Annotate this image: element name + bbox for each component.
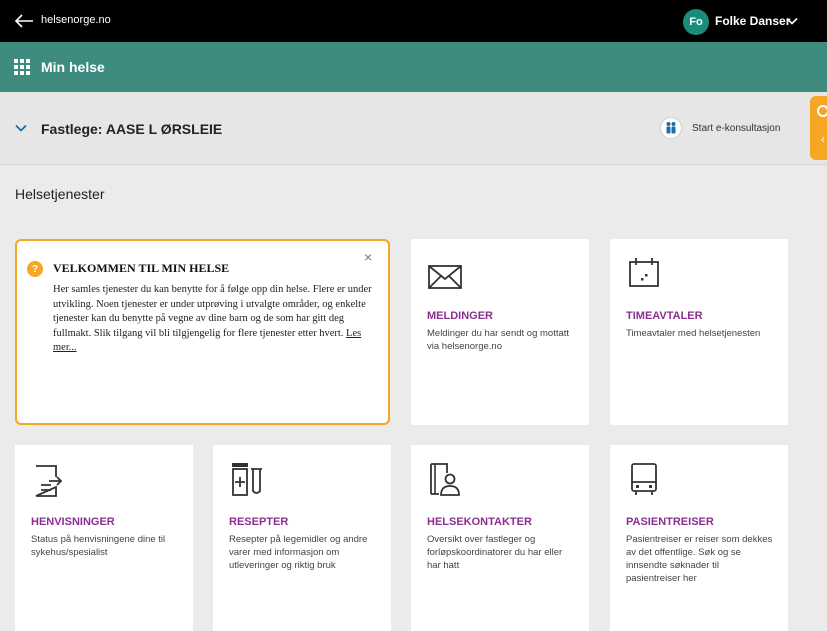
app-bar: Min helse — [0, 42, 827, 92]
question-icon: ? — [27, 261, 43, 277]
card-description: Oversikt over fastleger og forløpskoordi… — [427, 534, 563, 571]
card-henvisninger[interactable]: HENVISNINGER Status på henvisningene din… — [15, 445, 193, 631]
bus-icon — [631, 463, 657, 495]
card-description: Resepter på legemidler og andre varer me… — [229, 534, 368, 571]
card-description: Timeavtaler med helsetjenesten — [626, 328, 761, 339]
gp-toggle[interactable]: Fastlege: AASE L ØRSLEIE — [41, 121, 222, 137]
back-arrow-icon[interactable] — [14, 13, 34, 29]
card-pasientreiser[interactable]: PASIENTREISER Pasientreiser er reiser so… — [610, 445, 788, 631]
card-title: TIMEAVTALER — [626, 310, 703, 322]
people-icon[interactable] — [660, 117, 682, 139]
welcome-panel: ? VELKOMMEN TIL MIN HELSE × Her samles t… — [15, 239, 390, 425]
medicine-icon — [232, 463, 262, 496]
chevron-down-icon[interactable] — [15, 122, 27, 134]
card-title: MELDINGER — [427, 310, 493, 322]
health-contact-icon — [430, 463, 460, 496]
card-description: Status på henvisningene dine til sykehus… — [31, 534, 166, 558]
avatar[interactable]: Fo — [683, 9, 709, 35]
card-title: RESEPTER — [229, 516, 289, 528]
app-title[interactable]: Min helse — [41, 59, 105, 75]
envelope-icon — [428, 265, 462, 289]
welcome-text: Her samles tjenester du kan benytte for … — [53, 283, 383, 356]
welcome-title: VELKOMMEN TIL MIN HELSE — [53, 261, 230, 275]
referral-document-icon — [35, 465, 63, 497]
site-link[interactable]: helsenorge.no — [41, 14, 111, 26]
gp-bar: Fastlege: AASE L ØRSLEIE Start e-konsult… — [0, 92, 827, 165]
start-e-consultation-button[interactable]: Start e-konsultasjon — [692, 123, 780, 134]
user-name[interactable]: Folke Danser — [715, 14, 790, 28]
card-title: HELSEKONTAKTER — [427, 516, 532, 528]
close-icon[interactable]: × — [364, 249, 372, 265]
help-icon — [817, 105, 827, 117]
welcome-body: Her samles tjenester du kan benytte for … — [53, 284, 372, 339]
card-timeavtaler[interactable]: TIMEAVTALER Timeavtaler med helsetjenest… — [610, 239, 788, 425]
chevron-left-icon: ‹ — [821, 132, 825, 146]
calendar-icon — [629, 258, 659, 287]
card-meldinger[interactable]: MELDINGER Meldinger du har sendt og mott… — [411, 239, 589, 425]
section-title: Helsetjenester — [15, 186, 105, 202]
card-resepter[interactable]: RESEPTER Resepter på legemidler og andre… — [213, 445, 391, 631]
app-grid-icon[interactable] — [14, 59, 30, 75]
top-bar: helsenorge.no Fo Folke Danser — [0, 0, 827, 42]
card-helsekontakter[interactable]: HELSEKONTAKTER Oversikt over fastleger o… — [411, 445, 589, 631]
card-title: PASIENTREISER — [626, 516, 714, 528]
chevron-down-icon[interactable] — [786, 15, 798, 27]
card-description: Meldinger du har sendt og mottatt via he… — [427, 328, 570, 352]
card-title: HENVISNINGER — [31, 516, 115, 528]
help-side-tab[interactable]: ‹ — [810, 96, 827, 160]
card-description: Pasientreiser er reiser som dekkes av de… — [626, 534, 773, 584]
